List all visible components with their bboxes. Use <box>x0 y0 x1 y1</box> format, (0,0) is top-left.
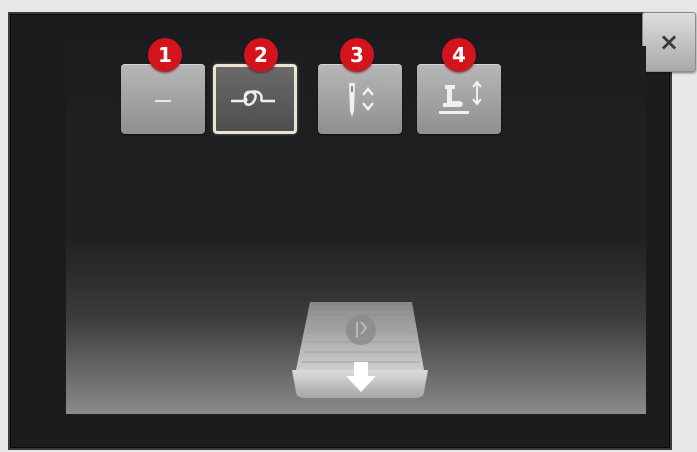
needle-up-down-icon <box>349 83 374 117</box>
knot-icon <box>231 90 275 106</box>
close-button[interactable]: × <box>642 12 696 72</box>
dash-icon <box>155 100 171 102</box>
badge-4: 4 <box>442 38 476 72</box>
single-stitch-button[interactable] <box>121 64 205 134</box>
badge-2: 2 <box>244 38 278 72</box>
badge-1: 1 <box>148 38 182 72</box>
stitch-tray-button[interactable] <box>288 300 433 400</box>
needle-position-button[interactable] <box>318 64 402 134</box>
badge-3: 3 <box>340 38 374 72</box>
securing-knot-button[interactable] <box>213 64 297 134</box>
tray-down-icon <box>292 302 428 398</box>
presser-foot-up-down-icon <box>439 80 482 114</box>
presser-foot-button[interactable] <box>417 64 501 134</box>
close-icon: × <box>658 28 680 56</box>
